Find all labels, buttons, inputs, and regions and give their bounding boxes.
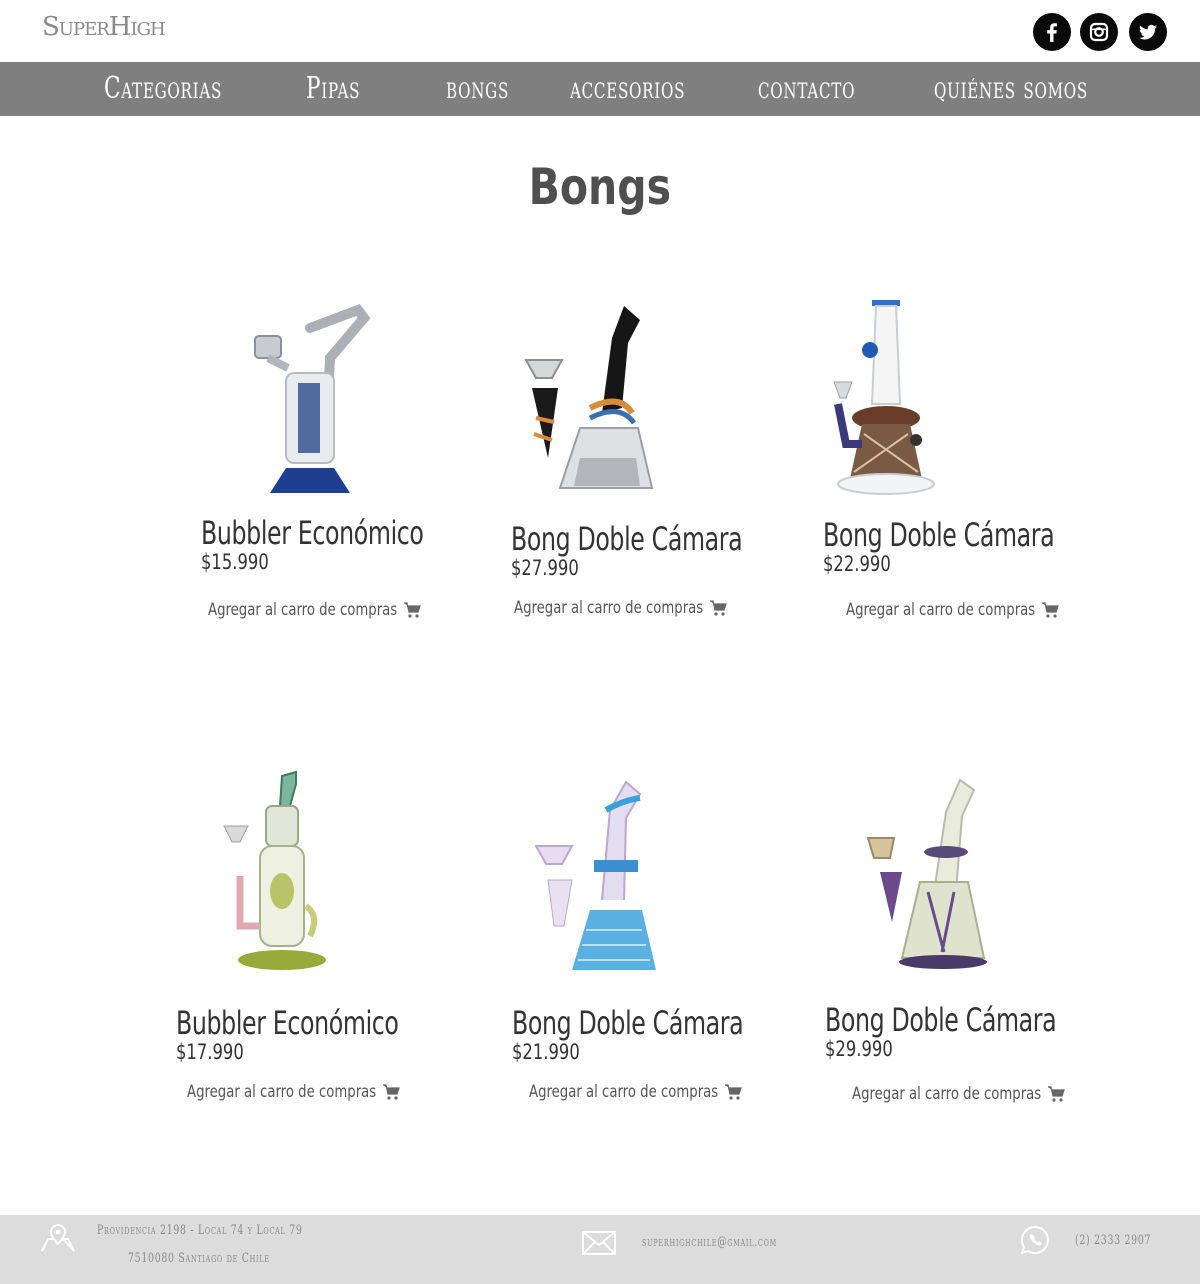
- product-price: $15.990: [201, 550, 269, 574]
- cart-icon: [403, 602, 421, 618]
- cart-icon: [709, 600, 727, 616]
- product-price: $21.990: [512, 1040, 580, 1064]
- add-to-cart-button[interactable]: Agregar al carro de compras: [514, 598, 727, 618]
- nav-quienes-somos[interactable]: quiénes somos: [934, 67, 1088, 111]
- product-price: $17.990: [176, 1040, 244, 1064]
- cart-icon: [724, 1084, 742, 1100]
- add-to-cart-button[interactable]: Agregar al carro de compras: [852, 1084, 1065, 1104]
- mail-icon: [582, 1231, 616, 1255]
- product-name[interactable]: Bubbler Económico: [176, 1004, 399, 1042]
- product-price: $27.990: [511, 556, 579, 580]
- nav-bongs[interactable]: bongs: [446, 67, 509, 111]
- nav-categorias[interactable]: Categorias: [104, 67, 222, 111]
- page-title: Bongs: [528, 158, 672, 216]
- footer-email[interactable]: superhighchile@gmail.com: [642, 1235, 777, 1250]
- twitter-icon[interactable]: [1129, 13, 1167, 51]
- footer-address-line1: Providencia 2198 - Local 74 y Local 79: [97, 1223, 303, 1238]
- product-price: $22.990: [823, 552, 891, 576]
- add-to-cart-button[interactable]: Agregar al carro de compras: [846, 600, 1059, 620]
- product-name[interactable]: Bong Doble Cámara: [512, 1004, 744, 1042]
- footer-phone: (2) 2333 2907: [1075, 1233, 1152, 1248]
- site-logo[interactable]: SuperHigh: [42, 12, 166, 42]
- instagram-icon[interactable]: [1080, 13, 1118, 51]
- add-to-cart-button[interactable]: Agregar al carro de compras: [187, 1082, 400, 1102]
- product-image[interactable]: [528, 770, 668, 980]
- top-header: SuperHigh: [0, 0, 1200, 62]
- product-name[interactable]: Bong Doble Cámara: [825, 1001, 1057, 1039]
- product-image[interactable]: [240, 298, 380, 508]
- footer-address-line2: 7510080 Santiago de Chile: [128, 1251, 270, 1266]
- main-nav: Categorias Pipas bongs accesorios contac…: [0, 62, 1200, 116]
- add-to-cart-button[interactable]: Agregar al carro de compras: [208, 600, 421, 620]
- product-image[interactable]: [210, 766, 350, 976]
- product-name[interactable]: Bong Doble Cámara: [511, 520, 743, 558]
- product-image[interactable]: [520, 298, 660, 508]
- cart-icon: [1047, 1086, 1065, 1102]
- whatsapp-icon: [1020, 1225, 1049, 1255]
- nav-pipas[interactable]: Pipas: [306, 67, 360, 111]
- cart-icon: [1041, 602, 1059, 618]
- product-price: $29.990: [825, 1037, 893, 1061]
- product-name[interactable]: Bubbler Económico: [201, 514, 424, 552]
- product-name[interactable]: Bong Doble Cámara: [823, 516, 1055, 554]
- map-pin-icon: [41, 1223, 75, 1252]
- cart-icon: [382, 1084, 400, 1100]
- product-image[interactable]: [858, 772, 998, 982]
- nav-accesorios[interactable]: accesorios: [570, 67, 685, 111]
- footer: Providencia 2198 - Local 74 y Local 79 7…: [0, 1215, 1200, 1284]
- add-to-cart-button[interactable]: Agregar al carro de compras: [529, 1082, 742, 1102]
- nav-contacto[interactable]: contacto: [758, 67, 855, 111]
- facebook-icon[interactable]: [1033, 13, 1071, 51]
- product-image[interactable]: [812, 294, 952, 504]
